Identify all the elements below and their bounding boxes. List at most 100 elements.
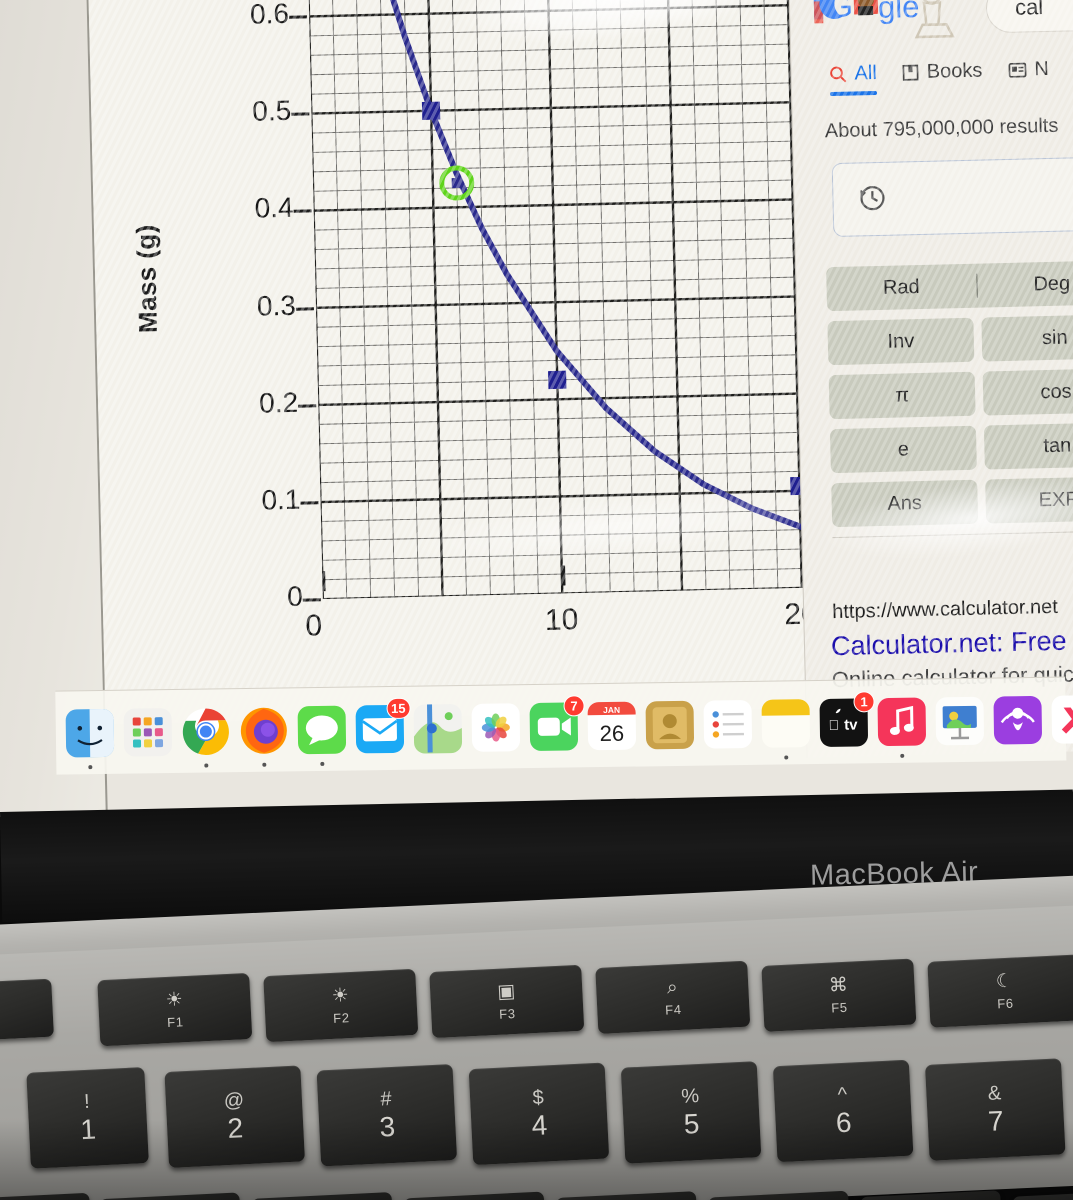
tab-books[interactable]: Books [902,59,983,94]
calculator-pi-button[interactable]: π [828,371,976,420]
calculator-mode-row: Rad Deg [826,260,1073,312]
dock-item-firefox[interactable] [237,704,290,767]
graph-document: Mass (g) 0.70.60.50.40.30.20.10 01020 [87,0,898,725]
search-history-card[interactable] [831,155,1073,238]
key-row3-3[interactable] [403,1191,547,1200]
svg-text:tv: tv [844,716,858,733]
calculator-tan-button[interactable]: tan [983,422,1073,470]
google-nav-tabs: All Books N [829,58,1049,96]
dock-item-photos[interactable] [469,701,522,754]
dock-item-messages[interactable] [295,703,348,766]
calculator-rad-button[interactable]: Rad [826,274,976,301]
dock-item-notes[interactable] [759,697,812,759]
dock-item-calendar[interactable]: JAN 26 [585,699,638,752]
search-icon [830,66,847,83]
key-4[interactable]: $4 [468,1062,610,1166]
dock-item-reminders[interactable] [701,697,754,750]
y-axis-ticks: 0.70.60.50.40.30.20.10 [188,0,304,662]
key-shift-symbol: ! [83,1090,91,1114]
do-not-disturb-icon: ☾ [995,970,1014,992]
key-shift-symbol: $ [532,1086,545,1110]
key-esc[interactable]: esc [0,978,54,1043]
calculator-inv-button[interactable]: Inv [827,317,975,366]
calculator-row-1: Inv sin [827,314,1073,366]
key-label: F5 [830,999,848,1016]
key-row3-2[interactable] [251,1192,395,1200]
chart-data-marker [548,370,567,390]
dock-item-contacts[interactable] [643,698,696,751]
calculator-sin-button[interactable]: sin [981,314,1073,362]
dock-item-appletv[interactable]:  tv 1 [817,690,875,749]
calculator-mode-toggle[interactable]: Rad Deg [826,260,1073,312]
key-row3-1[interactable] [99,1192,243,1200]
news-icon [1008,62,1027,78]
y-tick-label: 0.3 [256,289,297,322]
x-tick-mark [322,571,326,592]
dock-item-maps[interactable] [411,701,464,754]
key-row3-0[interactable] [0,1192,93,1200]
tab-all[interactable]: All [829,62,877,96]
key-spotlight-search[interactable]: ⌕ F4 [595,960,751,1034]
result-url[interactable]: https://www.calculator.net [832,596,1058,624]
dock-item-launchpad[interactable] [122,706,175,759]
y-tick-mark [298,403,317,408]
calculator-e-button[interactable]: e [829,425,977,474]
x-tick-mark [561,565,566,586]
key-1[interactable]: ! 1 [26,1067,149,1169]
key-row3-5[interactable] [708,1190,851,1200]
chart-highlight-point [451,177,462,189]
key-shift-symbol: @ [223,1089,245,1113]
key-number: 7 [987,1105,1005,1137]
dock-badge-appletv: 1 [853,690,875,713]
calculator-deg-button[interactable]: Deg [977,271,1073,298]
dock-item-music[interactable] [875,695,928,758]
brightness-down-icon: ☀ [165,988,184,1011]
dock-item-facetime[interactable]: 7 [527,694,585,753]
x-tick-label: 0 [305,609,323,643]
google-doodle-logo[interactable]: G gle [811,0,962,41]
result-title-link[interactable]: Calculator.net: Free O [831,625,1073,662]
y-tick-mark [289,15,308,19]
y-tick-mark [291,112,310,117]
y-tick-label: 0.4 [254,192,294,225]
dock-item-chrome[interactable] [179,705,232,768]
key-brightness-up[interactable]: ☀ F2 [263,968,419,1043]
mission-control-icon: ▣ [496,980,516,1003]
dock-item-keynote[interactable] [933,694,986,747]
dock-badge-mail: 15 [385,697,411,719]
svg-text:JAN: JAN [603,704,620,714]
y-tick-label: 0.2 [258,386,299,419]
key-brightness-down[interactable]: ☀ F1 [97,972,253,1047]
y-tick-label: 0.6 [249,0,290,30]
key-number: 4 [530,1109,549,1142]
key-row3-7[interactable] [1012,1189,1073,1200]
dictation-mic-icon: ⌘ [828,974,849,997]
key-3[interactable]: #3 [316,1063,458,1167]
y-tick-mark [300,501,319,505]
dock-item-mail[interactable]: 15 [353,697,411,755]
key-number: 2 [226,1112,244,1145]
key-row3-6[interactable] [860,1190,1004,1200]
y-tick-mark [302,598,321,602]
tab-news[interactable]: N [1008,58,1049,92]
calculator-row-2: π cos [828,368,1073,420]
key-mission-control[interactable]: ▣ F3 [429,964,585,1039]
key-row3-4[interactable] [555,1191,699,1200]
key-shift-symbol: # [379,1088,393,1111]
key-label: F2 [332,1009,350,1026]
key-2[interactable]: @2 [164,1065,305,1168]
dock-item-podcasts[interactable] [991,693,1044,746]
dock-running-indicator [320,761,325,766]
macos-dock: 157JAN26tv1“ [55,676,1073,775]
tab-news-label: N [1034,57,1050,81]
chart-data-marker [421,101,441,120]
dock-item-finder[interactable] [64,706,117,769]
key-number: 1 [79,1113,97,1146]
tab-books-label: Books [926,59,983,83]
calculator-cos-button[interactable]: cos [982,368,1073,416]
y-tick-label: 0 [286,580,304,613]
search-input[interactable]: cal [985,0,1073,34]
dock-item-news[interactable] [1049,693,1073,746]
key-5[interactable]: % 5 [620,1061,762,1164]
key-dictation-mic[interactable]: ⌘ F5 [761,958,917,1032]
